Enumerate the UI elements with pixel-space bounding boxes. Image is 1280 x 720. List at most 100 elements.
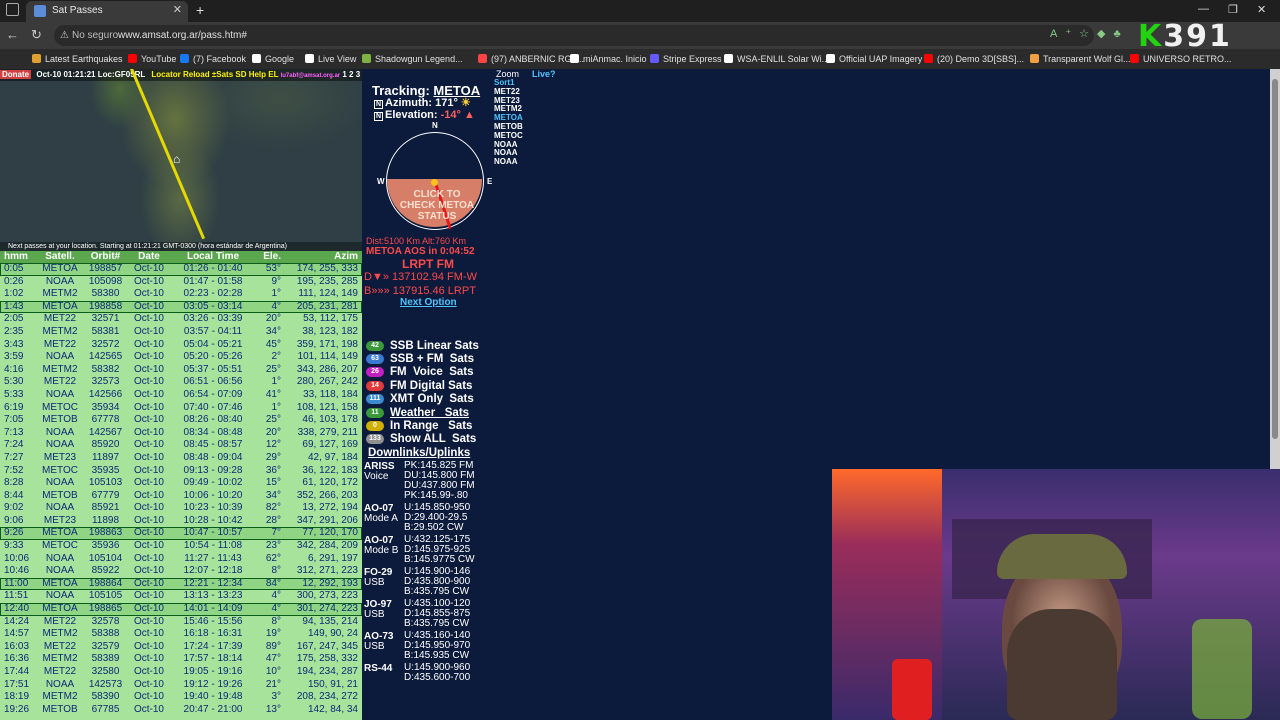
reload-icon[interactable]: ↻ bbox=[31, 27, 42, 43]
polar-compass[interactable]: CLICK TO CHECK METOA STATUS N W E bbox=[377, 121, 492, 230]
minimize-icon[interactable]: — bbox=[1198, 3, 1209, 15]
col-header-satellite[interactable]: Satell. bbox=[38, 251, 82, 263]
tab-close-icon[interactable]: ✕ bbox=[173, 1, 182, 20]
url-text[interactable]: www.amsat.org.ar/pass.htm# bbox=[118, 25, 247, 46]
table-row[interactable]: 16:36 METM2 58389 Oct-10 17:57 - 18:14 47° 175… bbox=[0, 653, 362, 666]
bookmark-item[interactable]: Live View bbox=[305, 49, 356, 69]
bookmark-item[interactable]: (7) Facebook bbox=[180, 49, 246, 69]
frequency-entry[interactable]: JO-97 USB U:435.100-120 D:145.855-875 B:43… bbox=[364, 599, 500, 629]
table-row[interactable]: 9:26 METOA 198863 Oct-10 10:47 - 10:57 7° 77, … bbox=[0, 527, 362, 541]
filter-item[interactable]: 26 FM Voice Sats bbox=[366, 366, 479, 379]
not-secure-icon[interactable]: ⚠ bbox=[60, 25, 69, 46]
filter-item[interactable]: 11 Weather Sats bbox=[366, 406, 479, 419]
scrollbar-thumb[interactable] bbox=[1272, 79, 1278, 439]
downlinks-uplinks-title[interactable]: Downlinks/Uplinks bbox=[368, 447, 470, 459]
live-toggle[interactable]: Live? bbox=[532, 69, 556, 79]
browser-tab[interactable]: Sat Passes ✕ bbox=[26, 1, 188, 22]
bookmark-item[interactable]: miAnmac. Inicio bbox=[570, 49, 647, 69]
satellite-select-list[interactable]: Sort1 MET22 MET23 METM2 METOA METOB METOC NOAA… bbox=[494, 78, 523, 167]
table-row[interactable]: 0:05 METOA 198857 Oct-10 01:26 - 01:40 53° 174… bbox=[0, 263, 362, 276]
new-tab-icon[interactable]: + bbox=[196, 2, 204, 18]
table-row[interactable]: 16:03 MET22 32579 Oct-10 17:24 - 17:39 89° 167… bbox=[0, 641, 362, 654]
frequency-entry[interactable]: AO-07 Mode A U:145.850-950 D:29.400-29.5 B… bbox=[364, 503, 500, 533]
bookmark-item[interactable]: Stripe Express bbox=[650, 49, 722, 69]
table-row[interactable]: 9:33 METOC 35936 Oct-10 10:54 - 11:08 23° 342,… bbox=[0, 540, 362, 553]
table-row[interactable]: 1:43 METOA 198858 Oct-10 03:05 - 03:14 4° 205,… bbox=[0, 300, 362, 314]
frequency-entry[interactable]: AO-07 Mode B U:432.125-175 D:145.975-925 B… bbox=[364, 535, 500, 565]
table-row[interactable]: 8:28 NOAA 105103 Oct-10 09:49 - 10:02 15° 61, … bbox=[0, 477, 362, 490]
table-row[interactable]: 1:02 METM2 58380 Oct-10 02:23 - 02:28 1° 111, … bbox=[0, 288, 362, 301]
table-row[interactable]: 4:16 METM2 58382 Oct-10 05:37 - 05:51 25° 343,… bbox=[0, 364, 362, 377]
bookmark-item[interactable]: (20) Demo 3D[SBS]... bbox=[924, 49, 1024, 69]
bookmark-item[interactable]: Google bbox=[252, 49, 294, 69]
page-number-links[interactable]: 1 2 3 4 8 H bbox=[342, 70, 362, 79]
bookmark-item[interactable]: UNIVERSO RETRO... bbox=[1130, 49, 1232, 69]
table-row[interactable]: 9:06 MET23 11898 Oct-10 10:28 - 10:42 28° 347,… bbox=[0, 515, 362, 528]
col-header-orbit[interactable]: Orbit# bbox=[82, 251, 129, 263]
table-row[interactable]: 3:59 NOAA 142565 Oct-10 05:20 - 05:26 2° 101, … bbox=[0, 351, 362, 364]
table-row[interactable]: 6:19 METOC 35934 Oct-10 07:40 - 07:46 1° 108, … bbox=[0, 402, 362, 415]
table-row[interactable]: 7:13 NOAA 142567 Oct-10 08:34 - 08:48 20° 338,… bbox=[0, 427, 362, 440]
table-row[interactable]: 17:51 NOAA 142573 Oct-10 19:12 - 19:26 21° 150… bbox=[0, 679, 362, 692]
table-row[interactable]: 3:43 MET22 32572 Oct-10 05:04 - 05:21 45° 359,… bbox=[0, 339, 362, 352]
table-row[interactable]: 5:33 NOAA 142566 Oct-10 06:54 - 07:09 41° 33, … bbox=[0, 389, 362, 402]
table-row[interactable]: 14:24 MET22 32578 Oct-10 15:46 - 15:56 8° 94, … bbox=[0, 616, 362, 629]
bookmark-item[interactable]: Latest Earthquakes bbox=[32, 49, 123, 69]
frequency-entry[interactable]: AO-73 USB U:435.160-140 D:145.950-970 B:14… bbox=[364, 631, 500, 661]
frequency-entry[interactable]: RS-44 U:145.900-960 D:435.600-700 bbox=[364, 663, 500, 683]
table-row[interactable]: 7:27 MET23 11897 Oct-10 08:48 - 09:04 29° 42, … bbox=[0, 452, 362, 465]
filter-item[interactable]: 14 FM Digital Sats bbox=[366, 379, 479, 392]
table-row[interactable]: 9:02 NOAA 85921 Oct-10 10:23 - 10:39 82° 13, 2… bbox=[0, 502, 362, 515]
world-map[interactable]: Donate Oct-10 01:21:21 Loc:GF05RL Locato… bbox=[0, 69, 362, 252]
table-row[interactable]: 11:00 METOA 198864 Oct-10 12:21 - 12:34 84° 12… bbox=[0, 577, 362, 591]
bookmark-item[interactable]: YouTube bbox=[128, 49, 176, 69]
table-row[interactable]: 7:05 METOB 67778 Oct-10 08:26 - 08:40 25° 46, … bbox=[0, 414, 362, 427]
filter-item[interactable]: 0 In Range Sats bbox=[366, 419, 479, 432]
bookmark-item[interactable]: (97) ANBERNIC RG3... bbox=[478, 49, 584, 69]
filter-item[interactable]: 63 SSB + FM Sats bbox=[366, 352, 479, 365]
address-bar[interactable]: ⚠ No seguro www.amsat.org.ar/pass.htm# bbox=[54, 25, 1094, 46]
bookmark-item[interactable]: Official UAP Imagery bbox=[826, 49, 922, 69]
table-row[interactable]: 2:35 METM2 58381 Oct-10 03:57 - 04:11 34° 38, … bbox=[0, 326, 362, 339]
table-row[interactable]: 5:30 MET22 32573 Oct-10 06:51 - 06:56 1° 280, … bbox=[0, 376, 362, 389]
table-row[interactable]: 8:44 METOB 67779 Oct-10 10:06 - 10:20 34° 352,… bbox=[0, 490, 362, 503]
table-row[interactable]: 10:46 NOAA 85922 Oct-10 12:07 - 12:18 8° 312, … bbox=[0, 565, 362, 578]
donate-button[interactable]: Donate bbox=[0, 70, 32, 79]
north-toggle-icon[interactable]: N bbox=[374, 100, 383, 109]
table-row[interactable]: 2:05 MET22 32571 Oct-10 03:26 - 03:39 20° 53, … bbox=[0, 313, 362, 326]
table-row[interactable]: 14:57 METM2 58388 Oct-10 16:18 - 16:31 19° 149… bbox=[0, 628, 362, 641]
bookmark-item[interactable]: WSA-ENLIL Solar Wi... bbox=[724, 49, 829, 69]
table-row[interactable]: 11:51 NOAA 105105 Oct-10 13:13 - 13:23 4° 300,… bbox=[0, 590, 362, 603]
back-icon[interactable]: ← bbox=[6, 27, 19, 42]
table-row[interactable]: 17:44 MET22 32580 Oct-10 19:05 - 19:16 10° 194… bbox=[0, 666, 362, 679]
col-header-date[interactable]: Date bbox=[129, 251, 169, 263]
table-row[interactable]: 10:06 NOAA 105104 Oct-10 11:27 - 11:43 62° 6, … bbox=[0, 553, 362, 566]
click-to-check-status[interactable]: CLICK TO CHECK METOA STATUS bbox=[397, 189, 477, 222]
table-row[interactable]: 19:26 METOB 67785 Oct-10 20:47 - 21:00 13° 142… bbox=[0, 704, 362, 717]
filter-item[interactable]: 42 SSB Linear Sats bbox=[366, 339, 479, 352]
frequency-entry[interactable]: ARISS Voice PK:145.825 FM DU:145.800 FM DU… bbox=[364, 461, 500, 501]
bookmark-item[interactable]: Shadowgun Legend... bbox=[362, 49, 463, 69]
restore-icon[interactable]: ❐ bbox=[1228, 3, 1238, 16]
bookmark-item[interactable]: Transparent Wolf Gl... bbox=[1030, 49, 1131, 69]
extensions-icons[interactable]: A⁺☆◆♣ bbox=[1050, 27, 1129, 40]
north-toggle-icon-2[interactable]: N bbox=[374, 112, 383, 121]
window-menu-icon[interactable] bbox=[6, 3, 19, 16]
frequency-entry[interactable]: FO-29 USB U:145.900-146 D:435.800-900 B:43… bbox=[364, 567, 500, 597]
table-row[interactable]: 18:19 METM2 58390 Oct-10 19:40 - 19:48 3° 208,… bbox=[0, 691, 362, 704]
close-window-icon[interactable]: ✕ bbox=[1257, 3, 1266, 16]
col-header-local-time[interactable]: Local Time bbox=[169, 251, 257, 263]
satellite-list-item[interactable]: NOAA bbox=[494, 157, 523, 167]
table-row[interactable]: 0:26 NOAA 105098 Oct-10 01:47 - 01:58 9° 195, … bbox=[0, 276, 362, 289]
col-header-elevation[interactable]: Ele. bbox=[257, 251, 281, 263]
map-menu-links[interactable]: Locator Reload ±Sats SD Help EL bbox=[151, 70, 278, 79]
filter-item[interactable]: 133 Show ALL Sats bbox=[366, 433, 479, 446]
email-link[interactable]: lu7abf@amsat.org.ar bbox=[281, 73, 341, 79]
table-row[interactable]: 7:52 METOC 35935 Oct-10 09:13 - 09:28 36° 36, … bbox=[0, 465, 362, 478]
table-row[interactable]: 7:24 NOAA 85920 Oct-10 08:45 - 08:57 12° 69, 1… bbox=[0, 439, 362, 452]
col-header-azimuth[interactable]: Azim bbox=[281, 251, 362, 263]
table-row[interactable]: 12:40 METOA 198865 Oct-10 14:01 - 14:09 4° 301… bbox=[0, 603, 362, 616]
next-option-link[interactable]: Next Option bbox=[400, 297, 457, 308]
filter-item[interactable]: 111 XMT Only Sats bbox=[366, 393, 479, 406]
col-header-time[interactable]: hmm bbox=[0, 251, 38, 263]
